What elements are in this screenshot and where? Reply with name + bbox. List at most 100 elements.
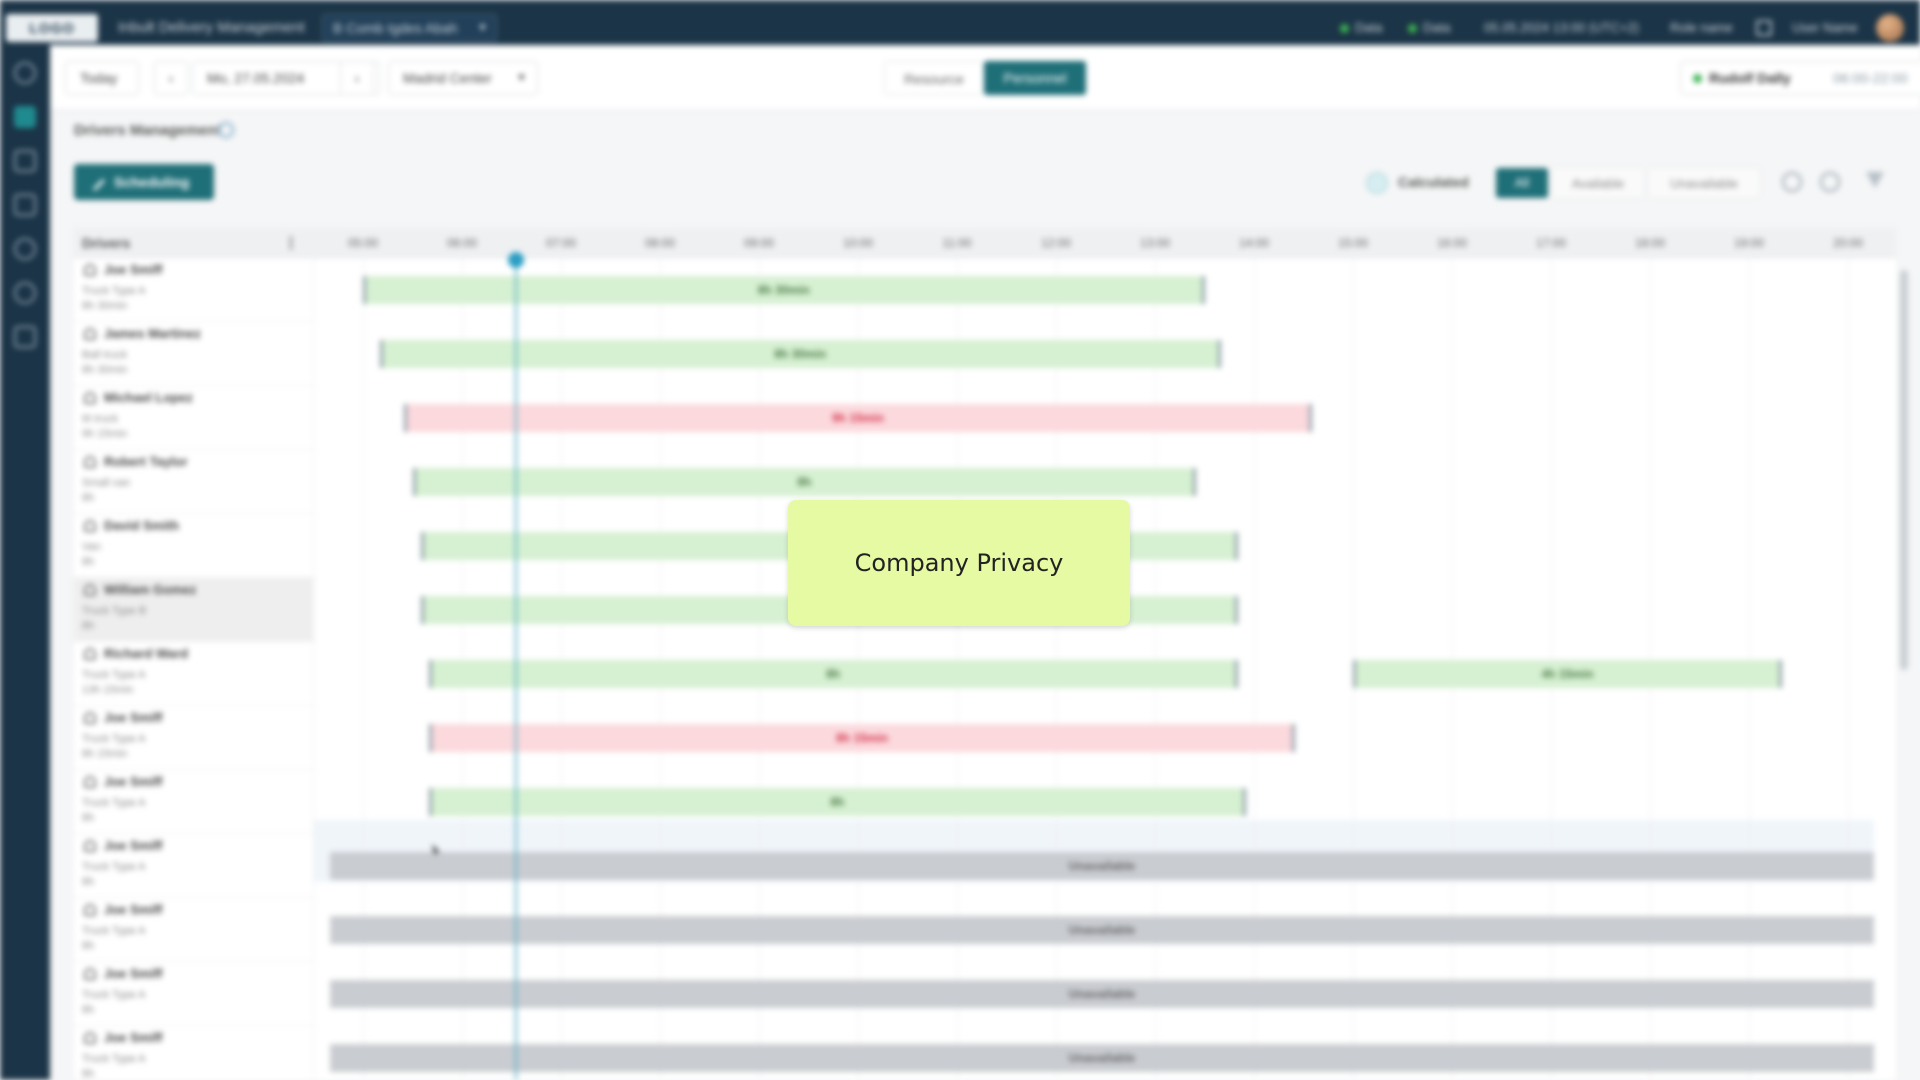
hour-label: 16:00 [1436, 236, 1468, 250]
driver-hours: 13h 15min [82, 684, 134, 696]
avatar[interactable] [1876, 14, 1904, 42]
chat-icon[interactable] [14, 194, 36, 216]
driver-row[interactable]: Joe Smiff Truck Type A 8h 15min [74, 706, 314, 770]
date-toolbar: Today ‹ Mo, 27.05.2024 › Madrid Center ▼… [50, 45, 1920, 110]
driver-row[interactable]: Joe Smiff Truck Type A 8h [74, 834, 314, 898]
driver-name: Joe Smiff [104, 838, 163, 853]
unavailable-shift-bar[interactable]: Unavailable [330, 852, 1874, 880]
app-title: Inbult Delivery Management [118, 19, 305, 36]
unavailable-shift-bar[interactable]: Unavailable [330, 980, 1874, 1008]
next-day-button[interactable]: › [340, 61, 374, 95]
driver-hours: 8h [82, 620, 95, 632]
document-icon[interactable] [14, 150, 36, 172]
prev-day-button[interactable]: ‹ [154, 61, 188, 95]
driver-row[interactable]: Joe Smiff Truck Type A 8h [74, 962, 314, 1026]
home-icon[interactable] [14, 62, 36, 84]
person-icon [84, 456, 96, 468]
driver-name: William Gomez [104, 582, 197, 597]
driver-hours: 8h 30min [82, 364, 128, 376]
shift-bar[interactable]: 8h 15min [429, 724, 1296, 752]
hour-label: 11:00 [942, 236, 972, 250]
driver-row[interactable]: Joe Smiff Truck Type A 8h 30min [74, 258, 314, 322]
person-icon [84, 648, 96, 660]
current-time-marker[interactable] [508, 252, 524, 268]
zoom-in-icon[interactable] [1782, 172, 1802, 192]
company-select[interactable]: B Comb Igdes Abah ▼ [322, 14, 497, 42]
person-icon [84, 328, 96, 340]
hour-label: 05:00 [347, 236, 379, 250]
driver-row[interactable]: Joe Smiff Truck Type A 8h [74, 898, 314, 962]
status-dot-icon [1693, 74, 1702, 83]
driver-name: Joe Smiff [104, 774, 163, 789]
hour-label: 10:00 [842, 236, 874, 250]
today-button[interactable]: Today [65, 61, 139, 95]
hour-gridline [1848, 258, 1849, 1080]
sidebar [0, 45, 50, 1080]
calendar-icon[interactable] [14, 106, 36, 128]
driver-name: Michael Lopez [104, 390, 193, 405]
driver-hours: 8h [82, 492, 95, 504]
driver-row[interactable]: Richard Ward Truck Type A 13h 15min [74, 642, 314, 706]
driver-vehicle: Truck Type B [82, 605, 147, 617]
hour-label: 20:00 [1832, 236, 1864, 250]
app-logo[interactable]: LOGO [6, 14, 98, 42]
hour-label: 17:00 [1535, 236, 1567, 250]
driver-name: Joe Smiff [104, 1030, 163, 1045]
driver-row[interactable]: William Gomez Truck Type B 8h [74, 578, 314, 642]
company-select-value: B Comb Igdes Abah [333, 20, 458, 36]
shift-bar[interactable]: 8h 30min [363, 276, 1205, 304]
driver-row[interactable]: David Smith Van 8h [74, 514, 314, 578]
megaphone-icon[interactable] [14, 326, 36, 348]
tab-personnel[interactable]: Personnel [984, 61, 1086, 95]
person-icon [84, 712, 96, 724]
filter-all-button[interactable]: All [1496, 168, 1548, 198]
filter-unavailable-button[interactable]: Unavailable [1648, 168, 1760, 198]
shift-bar[interactable]: 8h 30min [379, 340, 1221, 368]
sort-icon[interactable] [290, 236, 298, 250]
driver-name: Joe Smiff [104, 710, 163, 725]
hour-label: 15:00 [1337, 236, 1369, 250]
calculated-icon[interactable] [1366, 172, 1388, 194]
zoom-out-icon[interactable] [1820, 172, 1840, 192]
driver-status-name: Rudolf Dally [1709, 70, 1791, 86]
unavailable-shift-bar[interactable]: Unavailable [330, 916, 1874, 944]
driver-row[interactable]: Michael Lopez 6t truck 9h 15min [74, 386, 314, 450]
shift-bar[interactable]: 9h 15min [404, 404, 1312, 432]
driver-hours: 8h 30min [82, 300, 128, 312]
settings-icon[interactable] [14, 238, 36, 260]
driver-status-select[interactable]: Rudolf Dally 06:00-22:00 ▼ [1680, 61, 1920, 95]
role-name: Role name [1670, 20, 1733, 35]
driver-hours: 8h [82, 940, 95, 952]
person-icon [84, 584, 96, 596]
unavailable-shift-bar[interactable]: Unavailable [330, 1044, 1874, 1072]
status-dot-icon [1408, 24, 1417, 34]
driver-row[interactable]: Joe Smiff Truck Type A 8h [74, 1026, 314, 1080]
vertical-scrollbar[interactable] [1900, 270, 1908, 670]
globe-icon[interactable] [14, 282, 36, 304]
driver-name: Joe Smiff [104, 902, 163, 917]
person-icon [84, 904, 96, 916]
driver-hours: 8h 15min [82, 748, 128, 760]
depot-select[interactable]: Madrid Center ▼ [388, 61, 538, 95]
status-indicator-2: Data [1408, 14, 1450, 42]
driver-vehicle: Truck Type A [82, 925, 146, 937]
hour-label: 06:00 [446, 236, 478, 250]
filter-icon[interactable] [1866, 172, 1884, 188]
driver-row[interactable]: Robert Taylor Small van 8h [74, 450, 314, 514]
shift-bar[interactable]: 8h [429, 660, 1238, 688]
driver-hours: 9h 15min [82, 428, 128, 440]
info-icon[interactable] [218, 122, 234, 138]
driver-row[interactable]: James Martinez Ball truck 8h 30min [74, 322, 314, 386]
tab-resource[interactable]: Resource [884, 61, 984, 95]
driver-hours: 8h [82, 1004, 95, 1016]
driver-schedule-gantt: Drivers 05:00 06:00 07:00 08:00 09:00 10:00 11… [74, 228, 1896, 1080]
shift-bar[interactable]: 8h [412, 468, 1197, 496]
grid-icon[interactable] [1756, 20, 1772, 36]
filter-available-button[interactable]: Available [1552, 168, 1644, 198]
depot-select-value: Madrid Center [403, 70, 492, 86]
user-name[interactable]: User Name [1792, 14, 1858, 42]
shift-bar[interactable]: 4h 15min [1353, 660, 1782, 688]
driver-name: Joe Smiff [104, 966, 163, 981]
driver-row[interactable]: Joe Smiff Truck Type A 8h [74, 770, 314, 834]
shift-bar[interactable]: 8h [429, 788, 1246, 816]
